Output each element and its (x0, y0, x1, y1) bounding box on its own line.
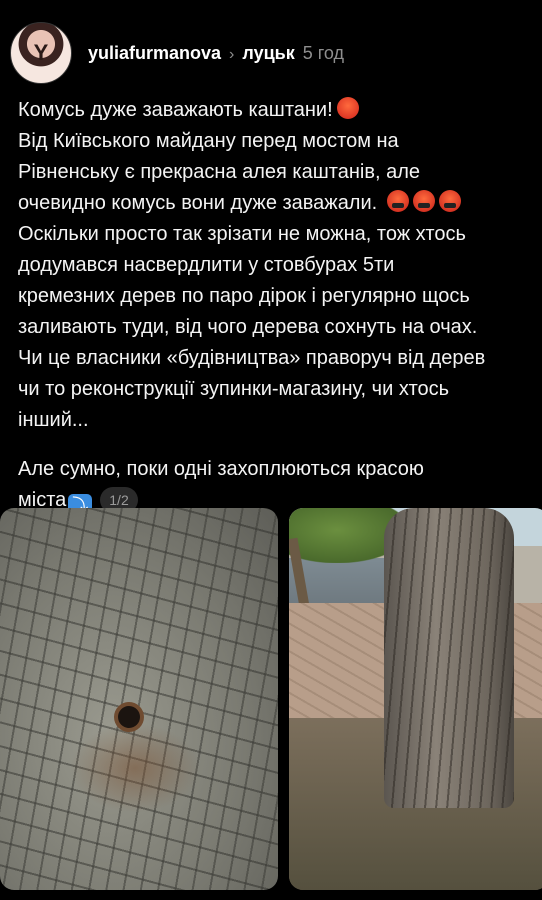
author-row: yuliafurmanova › луцьк 5 год (88, 43, 344, 64)
sap-stain (70, 723, 200, 813)
location-label[interactable]: луцьк (242, 43, 294, 64)
cursing-face-icon (386, 190, 409, 212)
line-4: очевидно комусь вони дуже заважали. (18, 192, 378, 214)
username[interactable]: yuliafurmanova (88, 43, 221, 64)
line-9: Чи це власники «будівництва» праворуч ві… (18, 347, 486, 369)
cursing-face-icon (412, 190, 435, 212)
line-12: Але сумно, поки одні захоплюються красою (18, 458, 424, 480)
avatar[interactable]: Y (10, 22, 72, 84)
line-10: чи то реконструкції зупинки-магазину, чи… (18, 378, 450, 400)
line-3: Рівненську є прекрасна алея каштанів, ал… (18, 161, 420, 183)
chevron-right-icon: › (229, 45, 235, 63)
line-6: додумався насвердлити у стовбурах 5ти (18, 254, 395, 276)
line-1: Комусь дуже заважають каштани! (18, 99, 333, 121)
post-header: Y yuliafurmanova › луцьк 5 год (10, 22, 344, 84)
line-2: Від Київського майдану перед мостом на (18, 130, 399, 152)
angry-face-icon (336, 97, 359, 119)
photo-bark-hole[interactable] (0, 508, 278, 890)
line-5: Оскільки просто так зрізати не можна, то… (18, 223, 466, 245)
photo-tree-street[interactable] (289, 508, 542, 890)
line-7: кремезних дерев по паро дірок і регулярн… (18, 285, 470, 307)
post-time: 5 год (302, 42, 345, 63)
cursing-face-icon (438, 190, 461, 212)
line-11: інший... (18, 409, 89, 431)
line-8: заливають туди, від чого дерева сохнуть … (18, 316, 478, 338)
paragraph-1: Комусь дуже заважають каштани! Від Київс… (18, 95, 528, 436)
chestnut-trunk (384, 508, 514, 808)
drilled-hole (118, 706, 140, 728)
post-body: Комусь дуже заважають каштани! Від Київс… (18, 95, 528, 518)
